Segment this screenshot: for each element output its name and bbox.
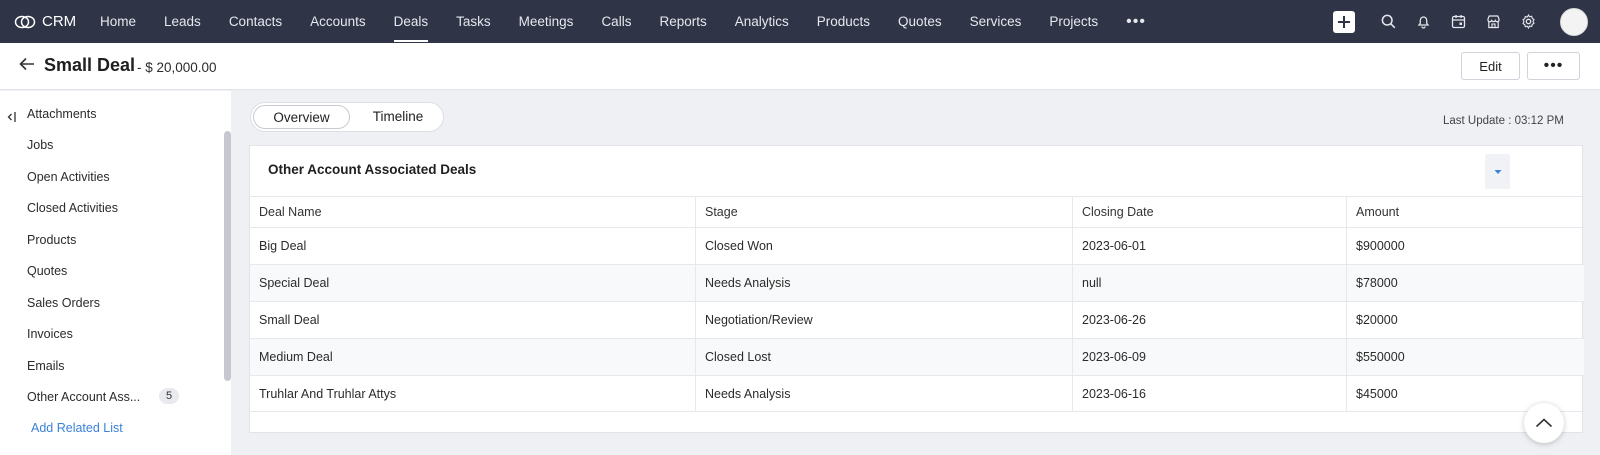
nav-right-tools <box>1333 0 1600 43</box>
user-avatar[interactable] <box>1560 7 1588 36</box>
nav-item-deals[interactable]: Deals <box>380 0 443 43</box>
edit-button[interactable]: Edit <box>1461 52 1520 80</box>
settings-button[interactable] <box>1511 0 1546 43</box>
sidebar-item-attachments[interactable]: Attachments <box>27 107 96 121</box>
stage-cell: Negotiation/Review <box>695 302 1072 338</box>
nav-item-services[interactable]: Services <box>956 0 1036 43</box>
nav-item-contacts[interactable]: Contacts <box>215 0 296 43</box>
sidebar-scrollbar[interactable] <box>224 131 231 381</box>
record-more-button[interactable]: ••• <box>1527 52 1580 80</box>
table-row[interactable]: Small Deal Negotiation/Review 2023-06-26… <box>250 301 1584 338</box>
deals-table: Deal Name Stage Closing Date Amount Big … <box>250 196 1584 412</box>
table-row[interactable]: Big Deal Closed Won 2023-06-01 $900000 <box>250 227 1584 264</box>
nav-item-tasks[interactable]: Tasks <box>442 0 505 43</box>
tab-overview[interactable]: Overview <box>253 105 350 129</box>
back-button[interactable] <box>18 56 36 77</box>
caret-down-icon <box>1494 169 1501 174</box>
search-button[interactable] <box>1371 0 1406 43</box>
create-button[interactable] <box>1333 10 1355 33</box>
other-account-deals-card: Other Account Associated Deals Deal Name… <box>249 145 1584 433</box>
nav-item-home[interactable]: Home <box>86 0 150 43</box>
crm-logo[interactable]: CRM <box>0 13 86 30</box>
chevron-up-icon <box>1535 418 1553 428</box>
nav-item-accounts[interactable]: Accounts <box>296 0 380 43</box>
notifications-button[interactable] <box>1406 0 1441 43</box>
closing-date-cell: null <box>1072 265 1346 301</box>
nav-items: Home Leads Contacts Accounts Deals Tasks… <box>86 0 1160 43</box>
closing-date-cell: 2023-06-09 <box>1072 339 1346 375</box>
record-title: Small Deal <box>44 55 136 75</box>
deal-name-cell[interactable]: Medium Deal <box>250 339 695 375</box>
deal-name-cell[interactable]: Truhlar And Truhlar Attys <box>250 376 695 411</box>
record-header: Small Deal - $ 20,000.00 Edit ••• <box>0 43 1600 90</box>
column-header-deal-name[interactable]: Deal Name <box>250 197 695 227</box>
nav-item-projects[interactable]: Projects <box>1035 0 1112 43</box>
add-related-list-link[interactable]: Add Related List <box>31 421 123 435</box>
count-badge: 5 <box>159 388 179 404</box>
collapse-sidebar-button[interactable] <box>6 110 18 128</box>
record-amount: - $ 20,000.00 <box>137 60 217 75</box>
sidebar-item-products[interactable]: Products <box>27 233 76 247</box>
nav-item-meetings[interactable]: Meetings <box>505 0 588 43</box>
bell-icon <box>1417 16 1430 29</box>
marketplace-button[interactable] <box>1476 0 1511 43</box>
table-row[interactable]: Special Deal Needs Analysis null $78000 <box>250 264 1584 301</box>
stage-cell: Needs Analysis <box>695 265 1072 301</box>
last-update-text: Last Update : 03:12 PM <box>1443 115 1564 127</box>
table-row[interactable]: Truhlar And Truhlar Attys Needs Analysis… <box>250 375 1584 412</box>
nav-item-products[interactable]: Products <box>803 0 884 43</box>
related-list-sidebar: Attachments Jobs Open Activities Closed … <box>0 91 231 455</box>
stage-cell: Closed Lost <box>695 339 1072 375</box>
nav-item-analytics[interactable]: Analytics <box>721 0 803 43</box>
top-navigation: CRM Home Leads Contacts Accounts Deals T… <box>0 0 1600 43</box>
closing-date-cell: 2023-06-01 <box>1072 228 1346 264</box>
sidebar-item-sales-orders[interactable]: Sales Orders <box>27 296 100 310</box>
nav-item-reports[interactable]: Reports <box>645 0 720 43</box>
sidebar-item-other-account-associated-deals[interactable]: Other Account Ass... <box>27 390 140 404</box>
collapse-icon <box>7 112 16 122</box>
plus-icon <box>1338 15 1350 28</box>
marketplace-icon <box>1487 15 1500 29</box>
amount-cell: $78000 <box>1346 265 1584 301</box>
nav-item-leads[interactable]: Leads <box>150 0 215 43</box>
sidebar-item-quotes[interactable]: Quotes <box>27 264 67 278</box>
crm-logo-icon <box>14 15 36 28</box>
deal-name-cell[interactable]: Small Deal <box>250 302 695 338</box>
calendar-button[interactable] <box>1441 0 1476 43</box>
sidebar-item-jobs[interactable]: Jobs <box>27 138 53 152</box>
scroll-to-top-button[interactable] <box>1524 403 1564 443</box>
amount-cell: $550000 <box>1346 339 1584 375</box>
column-header-amount[interactable]: Amount <box>1346 197 1584 227</box>
amount-cell: $20000 <box>1346 302 1584 338</box>
sidebar-item-invoices[interactable]: Invoices <box>27 327 73 341</box>
search-icon <box>1381 14 1396 29</box>
view-tabs: Overview Timeline <box>250 102 444 132</box>
sidebar-item-closed-activities[interactable]: Closed Activities <box>27 201 118 215</box>
deal-name-cell[interactable]: Special Deal <box>250 265 695 301</box>
column-header-stage[interactable]: Stage <box>695 197 1072 227</box>
gear-icon <box>1522 14 1535 29</box>
calendar-icon <box>1451 15 1466 29</box>
nav-item-calls[interactable]: Calls <box>587 0 645 43</box>
app-name: CRM <box>42 13 77 30</box>
card-options-button[interactable] <box>1485 154 1510 189</box>
card-title: Other Account Associated Deals <box>268 162 477 177</box>
table-header-row: Deal Name Stage Closing Date Amount <box>250 196 1584 227</box>
amount-cell: $900000 <box>1346 228 1584 264</box>
sidebar-item-open-activities[interactable]: Open Activities <box>27 170 110 184</box>
closing-date-cell: 2023-06-26 <box>1072 302 1346 338</box>
stage-cell: Needs Analysis <box>695 376 1072 411</box>
column-header-closing-date[interactable]: Closing Date <box>1072 197 1346 227</box>
stage-cell: Closed Won <box>695 228 1072 264</box>
deal-name-cell[interactable]: Big Deal <box>250 228 695 264</box>
arrow-left-icon <box>19 57 34 71</box>
tab-timeline[interactable]: Timeline <box>356 105 440 129</box>
table-row[interactable]: Medium Deal Closed Lost 2023-06-09 $5500… <box>250 338 1584 375</box>
nav-more-button[interactable]: ••• <box>1112 0 1160 43</box>
closing-date-cell: 2023-06-16 <box>1072 376 1346 411</box>
nav-item-quotes[interactable]: Quotes <box>884 0 956 43</box>
sidebar-item-emails[interactable]: Emails <box>27 359 65 373</box>
